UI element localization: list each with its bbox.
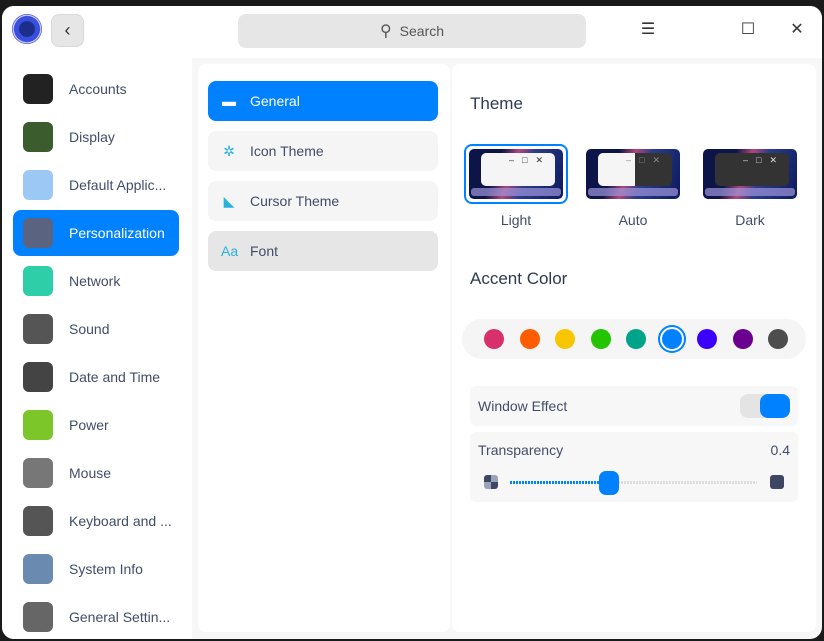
sidebar-item-label: Network xyxy=(69,273,121,289)
accent-color-picker xyxy=(462,319,806,359)
transparency-row: Transparency 0.4 xyxy=(470,432,798,502)
flower-icon: ✲ xyxy=(223,143,235,159)
sidebar-item-label: Keyboard and ... xyxy=(69,513,172,529)
mouse-icon xyxy=(23,458,53,488)
theme-option-light[interactable]: –□✕ Light xyxy=(461,144,571,228)
accent-color-swatch[interactable] xyxy=(697,329,717,349)
accent-color-swatch[interactable] xyxy=(626,329,646,349)
sidebar-item-network[interactable]: Network xyxy=(13,258,179,304)
general-settings-panel: Theme –□✕ Light –□✕ Auto –□✕ Dark Accent Colo… xyxy=(452,64,816,632)
window-effect-label: Window Effect xyxy=(478,398,568,414)
sidebar: Accounts Display Default Applic... Personal… xyxy=(2,58,192,639)
keyboard-icon xyxy=(23,506,53,536)
sidebar-item-label: Display xyxy=(69,129,115,145)
sidebar-item-display[interactable]: Display xyxy=(13,114,179,160)
theme-option-auto[interactable]: –□✕ Auto xyxy=(578,144,688,228)
menu-item-cursor-theme[interactable]: ◣ Cursor Theme xyxy=(208,181,438,221)
search-icon: ⚲ xyxy=(379,23,392,40)
font-icon: Aa xyxy=(221,243,239,259)
accent-color-swatch[interactable] xyxy=(555,329,575,349)
titlebar: ‹ ⚲ Search ☰ ☐ ✕ xyxy=(2,6,822,58)
sidebar-item-personalization[interactable]: Personalization xyxy=(13,210,179,256)
menu-item-label: General xyxy=(250,93,300,109)
accounts-icon xyxy=(23,74,53,104)
window-effect-toggle[interactable] xyxy=(740,394,790,418)
accent-color-heading: Accent Color xyxy=(470,269,568,288)
accent-color-swatch[interactable] xyxy=(732,329,753,349)
theme-label: Dark xyxy=(735,212,765,228)
high-transparency-icon xyxy=(770,475,784,489)
transparency-slider[interactable] xyxy=(510,471,757,495)
sidebar-item-sound[interactable]: Sound xyxy=(13,306,179,352)
sidebar-item-label: Power xyxy=(69,417,109,433)
sidebar-item-keyboard-and[interactable]: Keyboard and ... xyxy=(13,498,179,544)
display-icon xyxy=(23,122,53,152)
sidebar-item-accounts[interactable]: Accounts xyxy=(13,66,179,112)
menu-item-label: Icon Theme xyxy=(250,143,324,159)
sidebar-item-date-and-time[interactable]: Date and Time xyxy=(13,354,179,400)
app-logo-icon xyxy=(12,14,42,44)
sidebar-item-default-applic[interactable]: Default Applic... xyxy=(13,162,179,208)
search-placeholder: Search xyxy=(399,23,445,39)
menu-item-general[interactable]: ▬ General xyxy=(208,81,438,121)
accent-color-swatch[interactable] xyxy=(484,329,504,349)
gear-icon xyxy=(23,602,53,632)
accent-color-swatch[interactable] xyxy=(590,329,611,349)
search-input[interactable]: ⚲ Search xyxy=(238,14,586,48)
sidebar-item-power[interactable]: Power xyxy=(13,402,179,448)
sidebar-item-label: Accounts xyxy=(69,81,127,97)
menu-item-icon-theme[interactable]: ✲ Icon Theme xyxy=(208,131,438,171)
system-info-icon xyxy=(23,554,53,584)
personalization-menu: ▬ General ✲ Icon Theme ◣ Cursor Theme Aa Font xyxy=(198,64,450,632)
sound-icon xyxy=(23,314,53,344)
default-apps-icon xyxy=(23,170,53,200)
slider-handle[interactable] xyxy=(598,471,619,495)
accent-color-swatch[interactable] xyxy=(768,329,788,349)
sidebar-item-mouse[interactable]: Mouse xyxy=(13,450,179,496)
transparency-value: 0.4 xyxy=(770,442,790,458)
maximize-button[interactable]: ☐ xyxy=(736,18,760,42)
clock-icon xyxy=(23,362,53,392)
window-effect-row: Window Effect xyxy=(470,386,798,426)
close-button[interactable]: ✕ xyxy=(785,18,809,42)
battery-icon xyxy=(23,410,53,440)
window-icon: ▬ xyxy=(222,93,236,109)
theme-label: Auto xyxy=(618,212,648,228)
theme-option-dark[interactable]: –□✕ Dark xyxy=(695,144,805,228)
theme-preview: –□✕ xyxy=(581,144,685,204)
sidebar-item-general-settin[interactable]: General Settin... xyxy=(13,594,179,639)
theme-heading: Theme xyxy=(470,94,523,113)
back-button[interactable]: ‹ xyxy=(51,14,84,47)
sidebar-item-label: Personalization xyxy=(69,225,165,241)
accent-color-swatch[interactable] xyxy=(519,329,540,349)
sidebar-item-label: System Info xyxy=(69,561,143,577)
theme-preview: –□✕ xyxy=(698,144,802,204)
sidebar-item-label: Date and Time xyxy=(69,369,161,385)
menu-button[interactable]: ☰ xyxy=(636,18,660,42)
cursor-icon: ◣ xyxy=(223,193,235,209)
settings-window: ‹ ⚲ Search ☰ ☐ ✕ Accounts Display Default … xyxy=(2,6,822,639)
low-transparency-icon xyxy=(484,475,498,489)
sidebar-item-label: Default Applic... xyxy=(69,177,167,193)
theme-label: Light xyxy=(500,212,532,228)
accent-color-swatch[interactable] xyxy=(661,329,682,349)
personalization-icon xyxy=(23,218,53,248)
menu-item-label: Font xyxy=(250,243,279,259)
sidebar-item-label: General Settin... xyxy=(69,609,171,625)
sidebar-item-label: Sound xyxy=(69,321,110,337)
sidebar-item-system-info[interactable]: System Info xyxy=(13,546,179,592)
transparency-label: Transparency xyxy=(478,442,564,458)
theme-preview: –□✕ xyxy=(464,144,568,204)
network-icon xyxy=(23,266,53,296)
sidebar-item-label: Mouse xyxy=(69,465,112,481)
menu-item-font[interactable]: Aa Font xyxy=(208,231,438,271)
menu-item-label: Cursor Theme xyxy=(250,193,340,209)
